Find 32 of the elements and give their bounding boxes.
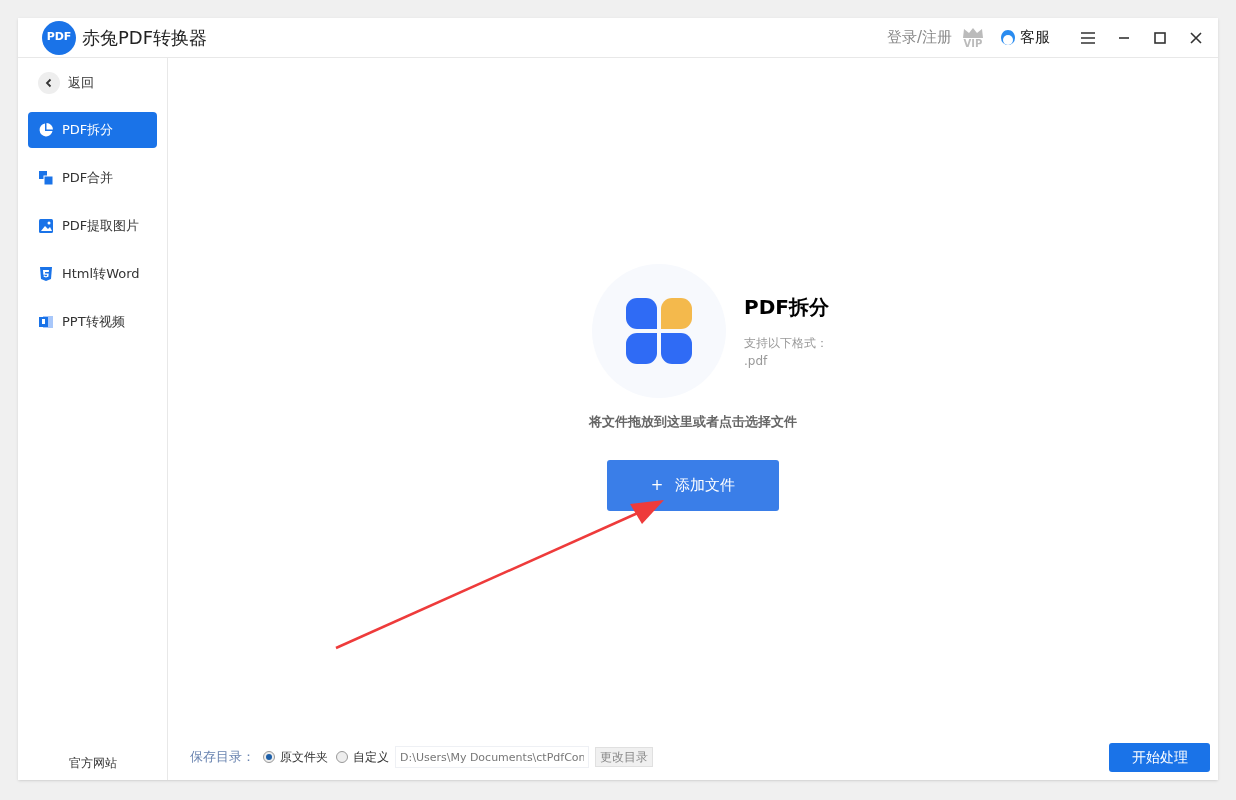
login-link[interactable]: 登录/注册	[886, 26, 952, 49]
image-icon	[38, 218, 54, 234]
window-title: 赤兔PDF转换器	[82, 26, 208, 50]
crown-icon	[962, 26, 984, 39]
add-file-button[interactable]: + 添加文件	[607, 459, 779, 511]
slides-icon	[38, 314, 54, 330]
support-avatar-icon	[1000, 28, 1016, 47]
sidebar-item[interactable]: PDF提取图片	[28, 208, 157, 244]
overlapping-squares-icon	[38, 170, 54, 186]
back-link[interactable]: 返回	[68, 73, 94, 93]
pie-chart-icon	[38, 122, 54, 138]
formats-label: 支持以下格式：	[744, 335, 829, 352]
tool-title: PDF拆分	[744, 294, 830, 321]
save-directory-label: 保存目录：	[190, 748, 255, 767]
sidebar-item[interactable]: Html转Word	[28, 256, 157, 292]
radio-button[interactable]	[263, 751, 275, 763]
html5-icon	[38, 266, 54, 282]
app-logo: PDF	[42, 20, 76, 55]
customer-service-link[interactable]: 客服	[1020, 26, 1050, 49]
path-field[interactable]: D:\Users\My Documents\ctPdfCon	[395, 746, 589, 768]
sidebar-item[interactable]: PDF合并	[28, 160, 157, 196]
radio-button[interactable]	[336, 751, 348, 763]
sidebar-item[interactable]: PDF拆分	[28, 112, 157, 148]
back-icon[interactable]	[38, 72, 60, 94]
sidebar-item[interactable]: PPT转视频	[28, 304, 157, 340]
four-petal-icon	[626, 298, 692, 364]
start-processing-button[interactable]: 开始处理	[1109, 742, 1210, 772]
formats-value: .pdf	[744, 353, 769, 370]
official-website-link[interactable]: 官方网站	[68, 754, 117, 772]
radio-label[interactable]: 原文件夹	[280, 748, 328, 766]
drop-hint: 将文件拖放到这里或者点击选择文件	[589, 413, 797, 431]
radio-label[interactable]: 自定义	[353, 748, 389, 766]
